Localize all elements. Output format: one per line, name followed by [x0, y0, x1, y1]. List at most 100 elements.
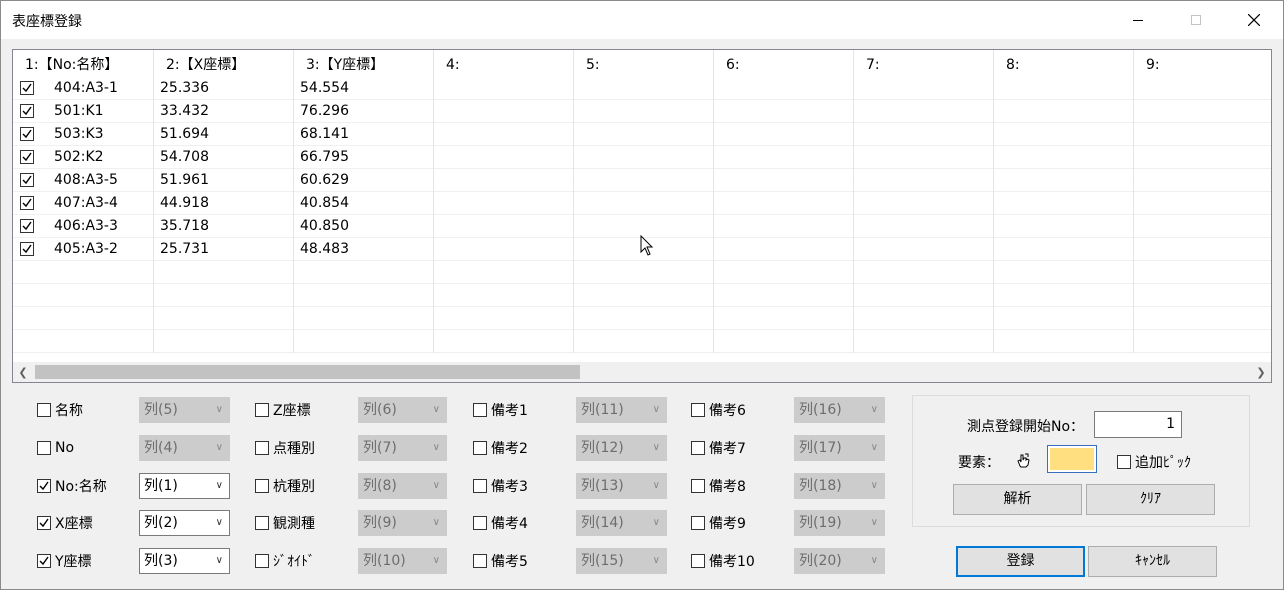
column-header[interactable]: 1:【No:名称】 — [13, 50, 154, 77]
empty-cell[interactable] — [714, 284, 854, 307]
empty-cell[interactable] — [854, 100, 994, 123]
mapping-option[interactable]: 杭種別 — [255, 476, 315, 496]
empty-cell[interactable] — [854, 169, 994, 192]
empty-cell[interactable] — [574, 169, 714, 192]
x-cell[interactable]: 33.432 — [154, 100, 294, 123]
mapping-option[interactable]: ｼﾞｵｲﾄﾞ — [255, 551, 315, 571]
empty-cell[interactable] — [994, 77, 1134, 100]
empty-cell[interactable] — [854, 77, 994, 100]
row-checkbox[interactable] — [20, 150, 34, 164]
analyze-button[interactable]: 解析 — [953, 484, 1082, 515]
mapping-checkbox[interactable] — [37, 441, 51, 455]
column-select[interactable]: 列(1) ∨ — [139, 473, 230, 499]
row-checkbox[interactable] — [20, 242, 34, 256]
empty-cell[interactable] — [294, 330, 434, 353]
empty-cell[interactable] — [434, 192, 574, 215]
name-cell[interactable]: 407:A3-4 — [13, 192, 154, 215]
table-row[interactable] — [13, 284, 1271, 307]
table-row[interactable] — [13, 330, 1271, 353]
table-row[interactable] — [13, 307, 1271, 330]
mapping-checkbox[interactable] — [473, 554, 487, 568]
x-cell[interactable]: 25.731 — [154, 238, 294, 261]
close-button[interactable] — [1225, 1, 1283, 39]
mapping-checkbox[interactable] — [255, 479, 269, 493]
mapping-option[interactable]: 観測種 — [255, 513, 315, 533]
empty-cell[interactable] — [434, 146, 574, 169]
column-header[interactable]: 5: — [574, 50, 714, 77]
hand-pointer-icon[interactable] — [1015, 452, 1031, 468]
empty-cell[interactable] — [1134, 284, 1271, 307]
empty-cell[interactable] — [1134, 330, 1271, 353]
mapping-option[interactable]: 備考6 — [691, 400, 746, 420]
mapping-option[interactable]: No:名称 — [37, 476, 107, 496]
empty-cell[interactable] — [1134, 215, 1271, 238]
empty-cell[interactable] — [1134, 238, 1271, 261]
mapping-option[interactable]: 備考1 — [473, 400, 528, 420]
minimize-button[interactable] — [1109, 1, 1167, 39]
empty-cell[interactable] — [714, 215, 854, 238]
column-select[interactable]: 列(2) ∨ — [139, 510, 230, 536]
empty-cell[interactable] — [854, 261, 994, 284]
mapping-option[interactable]: 名称 — [37, 400, 83, 420]
mapping-checkbox[interactable] — [691, 479, 705, 493]
empty-cell[interactable] — [854, 192, 994, 215]
mapping-option[interactable]: 備考9 — [691, 513, 746, 533]
empty-cell[interactable] — [714, 307, 854, 330]
empty-cell[interactable] — [574, 192, 714, 215]
mapping-checkbox[interactable] — [473, 441, 487, 455]
column-select[interactable]: 列(3) ∨ — [139, 548, 230, 574]
table-row[interactable]: 501:K1 33.432 76.296 — [13, 100, 1271, 123]
row-checkbox[interactable] — [20, 219, 34, 233]
x-cell[interactable]: 54.708 — [154, 146, 294, 169]
table-row[interactable]: 404:A3-1 25.336 54.554 — [13, 77, 1271, 100]
empty-cell[interactable] — [434, 261, 574, 284]
mapping-checkbox[interactable] — [473, 516, 487, 530]
mapping-option[interactable]: 備考8 — [691, 476, 746, 496]
empty-cell[interactable] — [574, 77, 714, 100]
empty-cell[interactable] — [1134, 146, 1271, 169]
empty-cell[interactable] — [434, 77, 574, 100]
mapping-checkbox[interactable] — [37, 554, 51, 568]
empty-cell[interactable] — [434, 123, 574, 146]
empty-cell[interactable] — [714, 238, 854, 261]
mapping-checkbox[interactable] — [473, 479, 487, 493]
empty-cell[interactable] — [714, 77, 854, 100]
horizontal-scrollbar[interactable]: ❮ ❯ — [13, 362, 1271, 382]
empty-cell[interactable] — [994, 123, 1134, 146]
y-cell[interactable]: 40.850 — [294, 215, 434, 238]
empty-cell[interactable] — [994, 146, 1134, 169]
column-header[interactable]: 3:【Y座標】 — [294, 50, 434, 77]
mapping-checkbox[interactable] — [691, 403, 705, 417]
empty-cell[interactable] — [574, 146, 714, 169]
mapping-option[interactable]: 備考7 — [691, 438, 746, 458]
mapping-option[interactable]: 備考3 — [473, 476, 528, 496]
y-cell[interactable]: 66.795 — [294, 146, 434, 169]
scroll-right-icon[interactable]: ❯ — [1251, 362, 1271, 382]
table-row[interactable]: 503:K3 51.694 68.141 — [13, 123, 1271, 146]
empty-cell[interactable] — [714, 123, 854, 146]
add-pick-option[interactable]: 追加ﾋﾟｯｸ — [1117, 452, 1191, 472]
empty-cell[interactable] — [994, 192, 1134, 215]
column-header[interactable]: 8: — [994, 50, 1134, 77]
empty-cell[interactable] — [434, 238, 574, 261]
empty-cell[interactable] — [994, 100, 1134, 123]
empty-cell[interactable] — [294, 284, 434, 307]
empty-cell[interactable] — [574, 330, 714, 353]
add-pick-checkbox[interactable] — [1117, 455, 1131, 469]
scroll-thumb[interactable] — [35, 365, 580, 379]
name-cell[interactable]: 404:A3-1 — [13, 77, 154, 100]
mapping-checkbox[interactable] — [691, 516, 705, 530]
empty-cell[interactable] — [994, 284, 1134, 307]
y-cell[interactable]: 40.854 — [294, 192, 434, 215]
mapping-option[interactable]: X座標 — [37, 513, 93, 533]
name-cell[interactable]: 502:K2 — [13, 146, 154, 169]
name-cell[interactable]: 501:K1 — [13, 100, 154, 123]
empty-cell[interactable] — [574, 123, 714, 146]
empty-cell[interactable] — [154, 307, 294, 330]
empty-cell[interactable] — [994, 330, 1134, 353]
mapping-checkbox[interactable] — [255, 516, 269, 530]
empty-cell[interactable] — [854, 123, 994, 146]
coordinate-table[interactable]: 1:【No:名称】 2:【X座標】 3:【Y座標】 4: 5: 6: 7: 8: 9: 404:… — [12, 49, 1272, 383]
empty-cell[interactable] — [434, 215, 574, 238]
empty-cell[interactable] — [154, 261, 294, 284]
